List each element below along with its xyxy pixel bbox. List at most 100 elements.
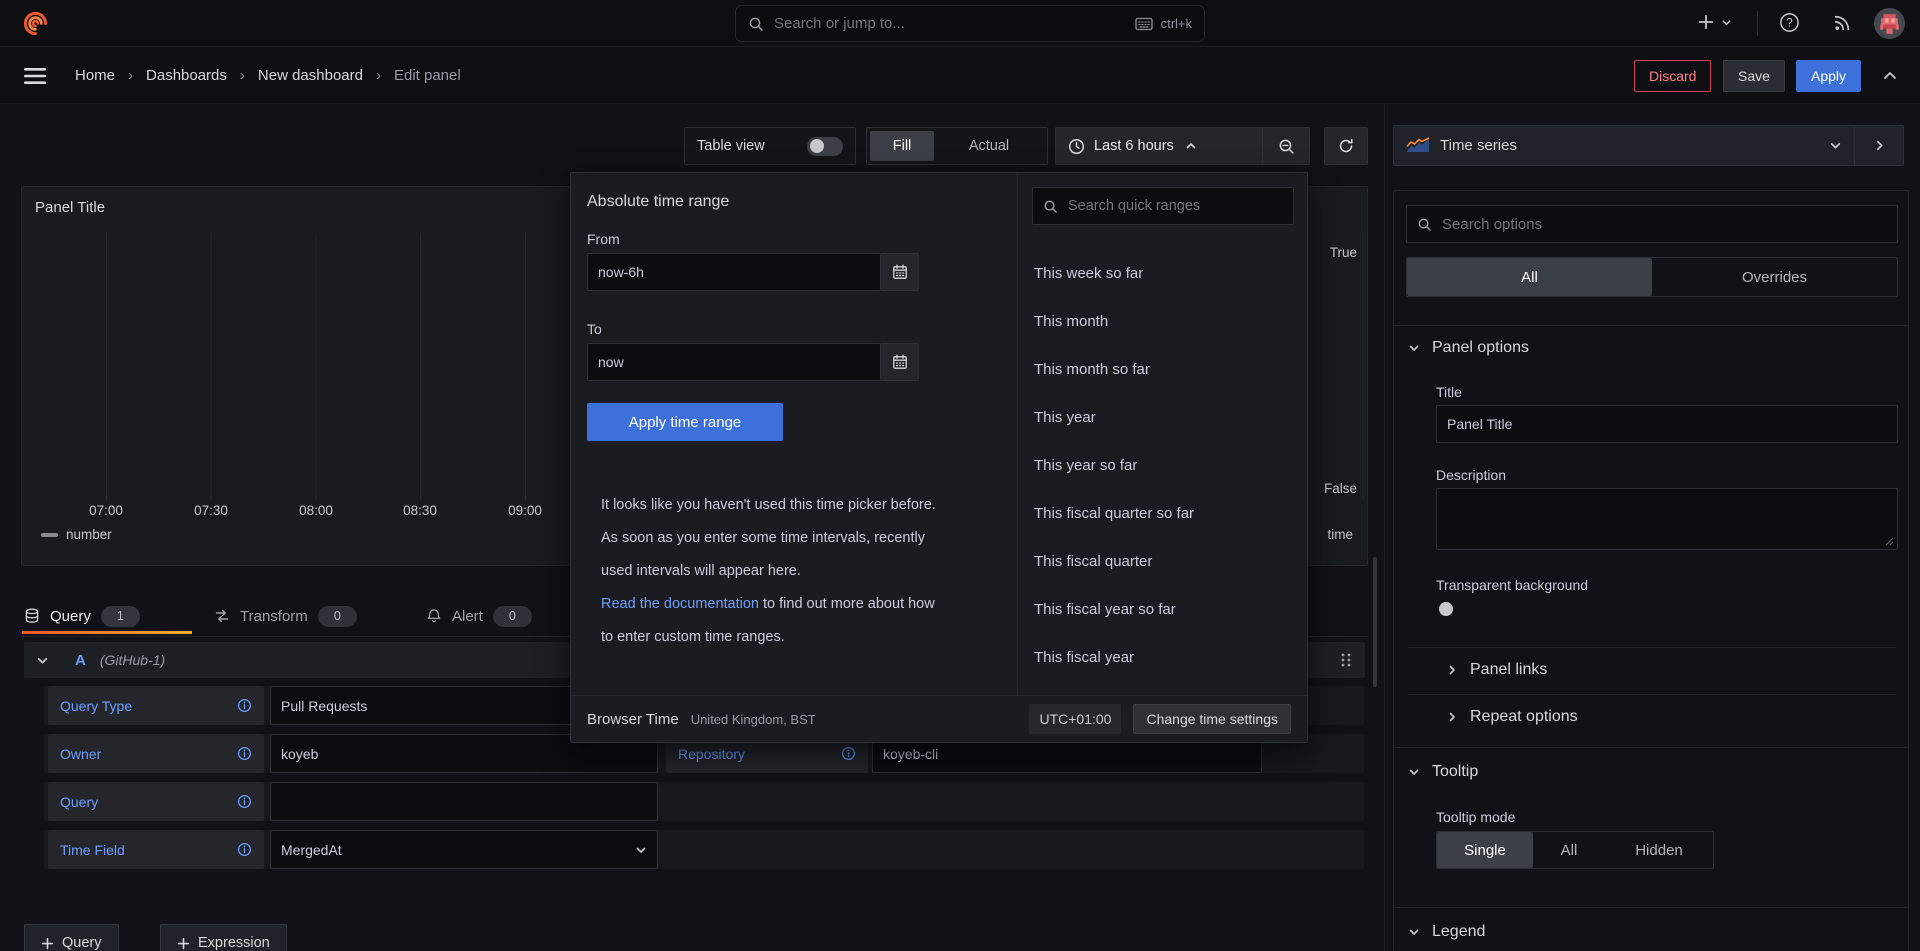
info-icon[interactable]	[237, 698, 252, 713]
table-view-toggle[interactable]	[807, 137, 843, 156]
breadcrumb: Home › Dashboards › New dashboard › Edit…	[75, 47, 461, 104]
time-range-picker-button[interactable]: Last 6 hours	[1056, 128, 1262, 164]
mega-menu-icon[interactable]	[24, 68, 46, 84]
user-avatar[interactable]	[1874, 8, 1905, 44]
search-input[interactable]	[772, 14, 1127, 33]
chevron-down-icon	[635, 844, 647, 856]
from-input[interactable]	[587, 253, 881, 291]
chevron-down-icon[interactable]	[36, 654, 49, 667]
transform-tab[interactable]: Transform 0	[214, 600, 357, 632]
info-icon[interactable]	[841, 746, 856, 761]
field-label-text: Time Field	[60, 842, 125, 858]
fill-option[interactable]: Fill	[870, 131, 934, 161]
field-label-text: Query	[60, 794, 98, 810]
global-search[interactable]: ctrl+k	[735, 5, 1205, 42]
quick-range-option[interactable]: This month so far	[1018, 345, 1307, 393]
tooltip-mode-single[interactable]: Single	[1437, 832, 1533, 868]
tooltip-header[interactable]: Tooltip	[1408, 763, 1478, 781]
info-icon[interactable]	[237, 794, 252, 809]
field-label-text: Owner	[60, 746, 101, 762]
breadcrumb-separator: ›	[240, 67, 245, 84]
calendar-icon	[892, 354, 908, 370]
help-icon[interactable]: ?	[1779, 12, 1800, 33]
breadcrumb-separator: ›	[128, 67, 133, 84]
breadcrumb-dashboards[interactable]: Dashboards	[146, 67, 227, 84]
to-calendar-button[interactable]	[881, 343, 919, 381]
drag-handle-icon[interactable]	[1339, 652, 1353, 668]
tooltip-mode-hidden[interactable]: Hidden	[1605, 832, 1713, 868]
apply-time-range-button[interactable]: Apply time range	[587, 403, 783, 441]
discard-button[interactable]: Discard	[1634, 60, 1711, 92]
quick-range-option[interactable]: This year	[1018, 393, 1307, 441]
options-search[interactable]	[1406, 205, 1898, 243]
legend-item[interactable]: number	[41, 527, 112, 542]
viz-picker-button[interactable]: Time series	[1394, 126, 1854, 165]
quick-range-option[interactable]: This fiscal quarter	[1018, 537, 1307, 585]
breadcrumb-home[interactable]: Home	[75, 67, 115, 84]
table-view-control: Table view	[684, 127, 856, 165]
refresh-icon	[1338, 138, 1354, 154]
absolute-range-pane: Absolute time range From To Apply time r…	[571, 173, 1017, 695]
add-query-button[interactable]: Query	[24, 924, 119, 951]
panel-options-header[interactable]: Panel options	[1408, 339, 1529, 357]
panel-links-header[interactable]: Panel links	[1446, 661, 1547, 679]
search-icon	[748, 16, 764, 32]
add-expression-button[interactable]: Expression	[160, 924, 287, 951]
news-rss-icon[interactable]	[1832, 12, 1853, 33]
new-menu-button[interactable]	[1697, 13, 1732, 31]
from-calendar-button[interactable]	[881, 253, 919, 291]
repeat-options-header[interactable]: Repeat options	[1446, 708, 1578, 726]
quick-range-search-input[interactable]	[1066, 197, 1283, 215]
query-tab[interactable]: Query 1	[24, 600, 140, 632]
query-tab-label: Query	[50, 608, 91, 625]
collapse-header-icon[interactable]	[1882, 68, 1898, 84]
legend-section-header[interactable]: Legend	[1408, 923, 1485, 941]
panel-links-title: Panel links	[1470, 661, 1547, 679]
save-button[interactable]: Save	[1723, 60, 1785, 92]
chevron-right-icon	[1446, 711, 1458, 723]
info-icon[interactable]	[237, 746, 252, 761]
tab-overrides[interactable]: Overrides	[1652, 258, 1897, 296]
x-tick: 07:00	[76, 503, 136, 518]
zoom-out-time-button[interactable]	[1263, 128, 1309, 164]
query-datasource: (GitHub-1)	[100, 652, 165, 668]
time-field-select[interactable]: MergedAt	[270, 830, 658, 869]
apply-button[interactable]: Apply	[1796, 60, 1861, 92]
query-ref-id[interactable]: A	[75, 652, 86, 669]
chevron-right-icon	[1873, 139, 1886, 152]
quick-range-option[interactable]: This year so far	[1018, 441, 1307, 489]
quick-range-search[interactable]	[1032, 187, 1294, 225]
panel-title-input[interactable]	[1436, 405, 1898, 443]
read-documentation-link[interactable]: Read the documentation	[601, 596, 759, 612]
svg-text:?: ?	[1786, 18, 1792, 30]
quick-range-option[interactable]: This fiscal year so far	[1018, 585, 1307, 633]
alert-tab[interactable]: Alert 0	[426, 600, 532, 632]
query-input[interactable]	[270, 782, 658, 821]
quick-range-option[interactable]: This month	[1018, 297, 1307, 345]
collapse-options-button[interactable]	[1854, 126, 1903, 165]
field-label-query: Query	[48, 782, 264, 821]
tab-all[interactable]: All	[1407, 258, 1652, 296]
section-divider	[1394, 325, 1908, 326]
tooltip-mode-all[interactable]: All	[1533, 832, 1605, 868]
actual-option[interactable]: Actual	[934, 131, 1044, 161]
info-icon[interactable]	[237, 842, 252, 857]
scrollbar-thumb[interactable]	[1373, 557, 1377, 687]
quick-range-option[interactable]: This week so far	[1018, 249, 1307, 297]
description-textarea[interactable]	[1436, 488, 1898, 550]
breadcrumb-new-dashboard[interactable]: New dashboard	[258, 67, 363, 84]
grafana-logo[interactable]	[22, 10, 49, 37]
alert-tab-label: Alert	[452, 608, 483, 625]
to-input[interactable]	[587, 343, 881, 381]
bell-icon	[426, 608, 442, 624]
utc-offset-badge: UTC+01:00	[1029, 704, 1121, 734]
quick-range-option[interactable]: This fiscal quarter so far	[1018, 489, 1307, 537]
query-field-row: Time Field MergedAt	[44, 830, 1364, 869]
refresh-button[interactable]	[1324, 127, 1368, 165]
absolute-range-title: Absolute time range	[587, 193, 729, 211]
top-nav-bar: ctrl+k ?	[0, 0, 1920, 47]
chevron-right-icon	[1446, 664, 1458, 676]
change-time-settings-button[interactable]: Change time settings	[1133, 704, 1291, 734]
options-search-input[interactable]	[1440, 215, 1887, 234]
quick-range-option[interactable]: This fiscal year	[1018, 633, 1307, 681]
